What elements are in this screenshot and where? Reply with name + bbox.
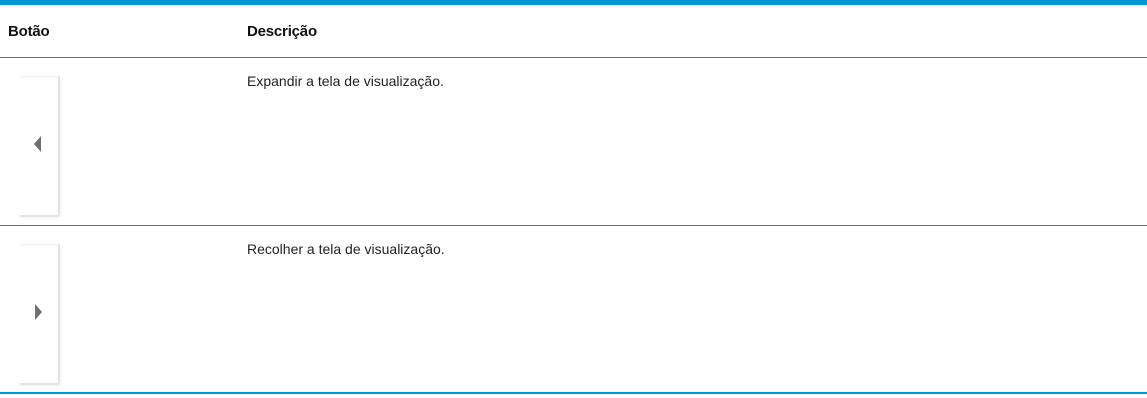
header-button: Botão (8, 22, 50, 40)
table-row: Recolher a tela de visualização. (0, 226, 1147, 394)
chevron-right-icon (35, 304, 42, 320)
header-description: Descrição (247, 22, 317, 40)
table-row: Expandir a tela de visualização. (0, 58, 1147, 226)
chevron-left-icon (34, 136, 41, 152)
description-cell: Expandir a tela de visualização. (247, 73, 444, 89)
button-cell (0, 58, 247, 225)
collapse-preview-button[interactable] (20, 244, 60, 385)
button-cell (0, 226, 247, 392)
button-description-table: Botão Descrição Expandir a tela de visua… (0, 0, 1147, 394)
description-cell: Recolher a tela de visualização. (247, 241, 445, 257)
expand-preview-button[interactable] (20, 76, 60, 217)
table-header: Botão Descrição (0, 5, 1147, 58)
